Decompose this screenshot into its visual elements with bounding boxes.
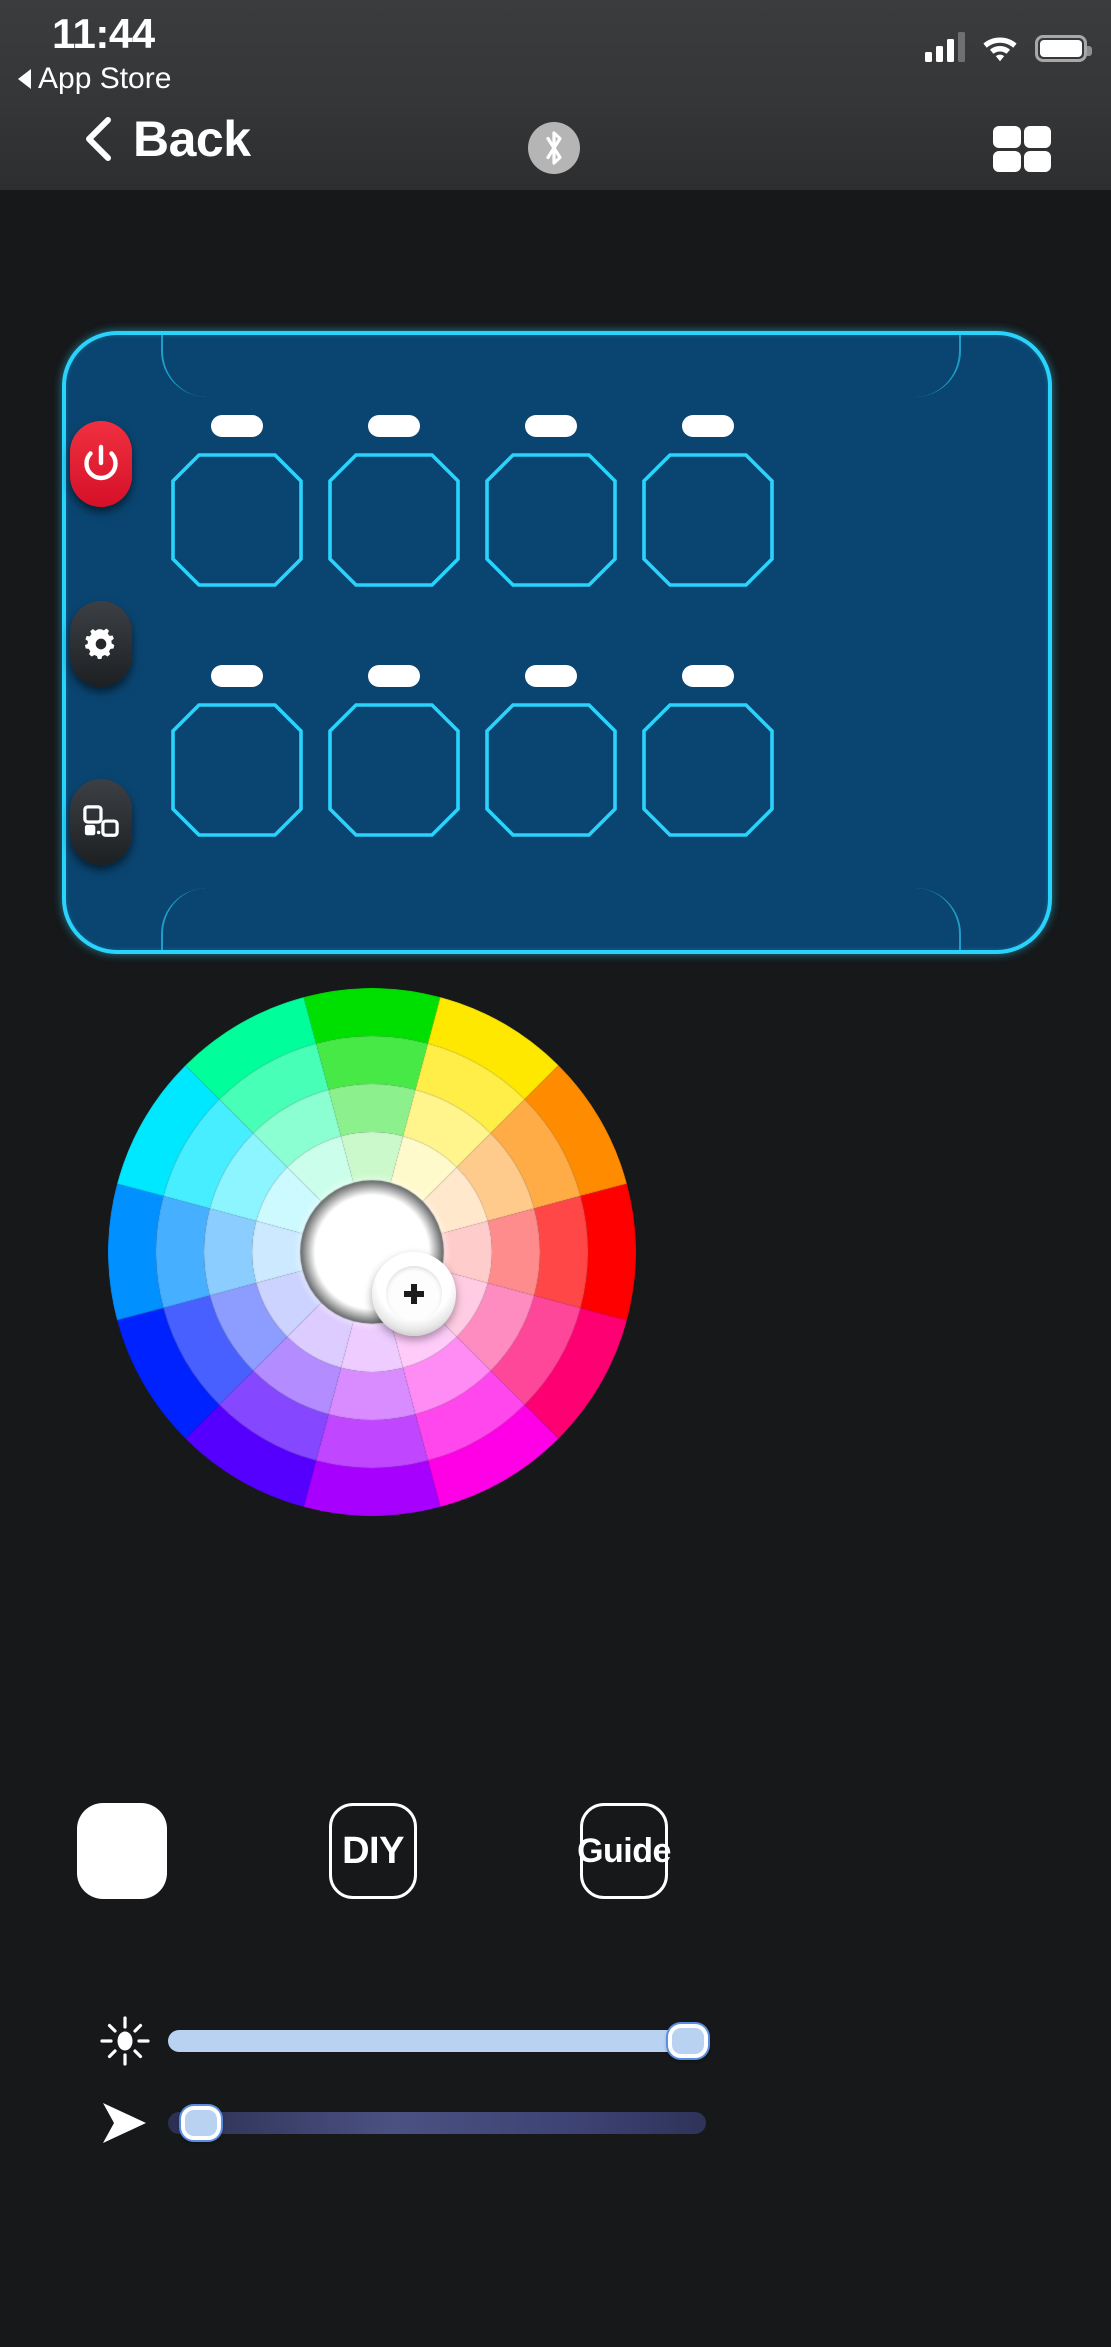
switch-outline-6 (328, 703, 460, 837)
grid-cell-4 (1023, 150, 1051, 172)
switch-grid (171, 415, 821, 885)
power-button[interactable] (70, 421, 132, 507)
speed-arrow-icon (95, 2093, 155, 2153)
status-bar-indicators (925, 18, 1092, 62)
switch-label-pill-1 (211, 415, 263, 437)
battery-full-icon (1035, 35, 1092, 62)
switch-label-pill-4 (682, 415, 734, 437)
switch-cell-3[interactable] (485, 415, 617, 587)
power-icon (84, 444, 118, 481)
back-button-label: Back (133, 111, 251, 167)
back-button[interactable]: Back (85, 114, 251, 164)
diy-button[interactable]: DIY (329, 1803, 417, 1899)
brightness-slider-thumb[interactable] (668, 2024, 708, 2058)
switch-label-pill-5 (211, 665, 263, 687)
switch-label-pill-7 (525, 665, 577, 687)
action-button-row: DIY Guide (0, 1803, 1111, 1903)
status-bar: 11:44 App Store (0, 0, 1111, 100)
guide-button-label: Guide (577, 1831, 671, 1870)
panel-bottom-decoration (161, 888, 961, 950)
switch-label-pill-3 (525, 415, 577, 437)
switch-outline-8 (642, 703, 774, 837)
cellular-signal-icon (925, 32, 965, 62)
status-bar-time: 11:44 (52, 10, 155, 57)
navigation-bar: Back (0, 100, 1111, 190)
switch-panel (57, 325, 1057, 960)
gear-icon (84, 628, 115, 660)
switch-outline-3 (485, 453, 617, 587)
grid-cell-2 (1023, 126, 1051, 148)
switch-cell-2[interactable] (328, 415, 460, 587)
bluetooth-status-button[interactable] (528, 122, 580, 174)
white-color-button[interactable] (77, 1803, 167, 1899)
speed-slider-track[interactable] (168, 2106, 706, 2140)
return-to-app-button[interactable]: App Store (18, 62, 171, 96)
diy-button-label: DIY (342, 1829, 404, 1872)
chevron-left-icon (86, 117, 111, 161)
color-wheel-canvas[interactable] (108, 988, 636, 1516)
switch-outline-1 (171, 453, 303, 587)
color-wheel-selector-knob[interactable] (372, 1252, 456, 1336)
app-screen: 11:44 App Store Back DIY Guide (0, 0, 1111, 2347)
guide-button[interactable]: Guide (577, 1803, 671, 1899)
switch-label-pill-6 (368, 665, 420, 687)
switch-label-pill-8 (682, 665, 734, 687)
switch-label-pill-2 (368, 415, 420, 437)
speed-slider-row (0, 2088, 1111, 2158)
grid-cell-3 (993, 150, 1021, 172)
layout-panels-icon (83, 805, 119, 837)
switch-cell-6[interactable] (328, 665, 460, 837)
switch-cell-5[interactable] (171, 665, 303, 837)
switch-cell-8[interactable] (642, 665, 774, 837)
settings-button[interactable] (70, 601, 132, 687)
switch-cell-7[interactable] (485, 665, 617, 837)
speed-slider-thumb[interactable] (181, 2106, 222, 2140)
back-triangle-icon (18, 69, 31, 89)
switch-outline-4 (642, 453, 774, 587)
switch-cell-4[interactable] (642, 415, 774, 587)
wifi-icon (983, 37, 1017, 62)
return-app-label: App Store (38, 62, 172, 95)
switch-panel-body (62, 331, 1052, 954)
switch-outline-2 (328, 453, 460, 587)
crosshair-icon (404, 1284, 424, 1304)
grid-view-button[interactable] (993, 126, 1051, 172)
switch-cell-1[interactable] (171, 415, 303, 587)
switch-outline-7 (485, 703, 617, 837)
switch-outline-5 (171, 703, 303, 837)
layout-button[interactable] (70, 779, 132, 865)
bluetooth-icon (546, 131, 562, 165)
brightness-slider-row (0, 2006, 1111, 2076)
brightness-sun-icon (95, 2011, 155, 2071)
grid-cell-1 (993, 126, 1021, 148)
color-picker-wheel[interactable] (108, 988, 636, 1516)
panel-top-decoration (161, 335, 961, 397)
brightness-slider-track[interactable] (168, 2024, 708, 2058)
